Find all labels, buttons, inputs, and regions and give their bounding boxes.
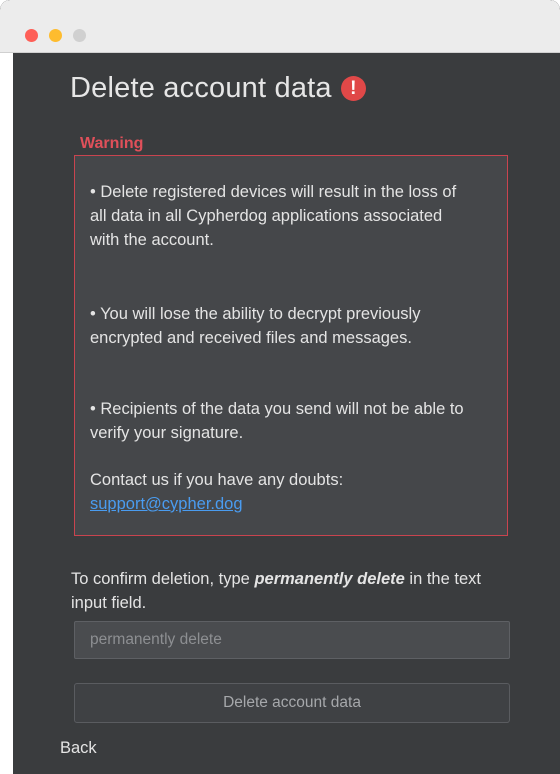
- warning-label: Warning: [80, 135, 144, 152]
- warning-item: • Delete registered devices will result …: [90, 183, 457, 249]
- maximize-window-button[interactable]: [73, 29, 86, 42]
- app-window: Delete account data ! Warning • Delete r…: [0, 0, 560, 774]
- warning-item: • You will lose the ability to decrypt p…: [90, 305, 421, 347]
- header: Delete account data !: [70, 72, 366, 105]
- delete-account-button[interactable]: Delete account data: [74, 683, 510, 723]
- back-link[interactable]: Back: [60, 739, 97, 758]
- support-email-link[interactable]: support@cypher.dog: [90, 495, 243, 513]
- title-bar: [0, 0, 560, 53]
- minimize-window-button[interactable]: [49, 29, 62, 42]
- window-edge: [0, 53, 13, 774]
- contact-info: Contact us if you have any doubts: suppo…: [90, 468, 470, 516]
- confirm-keyword: permanently delete: [254, 570, 405, 588]
- confirm-input-placeholder: permanently delete: [90, 631, 222, 648]
- close-window-button[interactable]: [25, 29, 38, 42]
- warning-item: • Recipients of the data you send will n…: [90, 400, 464, 442]
- alert-icon: !: [340, 76, 366, 101]
- page-title: Delete account data: [70, 72, 332, 104]
- confirm-input[interactable]: permanently delete: [74, 621, 510, 659]
- confirm-instructions: To confirm deletion, type permanently de…: [71, 567, 491, 615]
- contact-text: Contact us if you have any doubts:: [90, 471, 344, 489]
- confirm-prefix: To confirm deletion, type: [71, 570, 255, 588]
